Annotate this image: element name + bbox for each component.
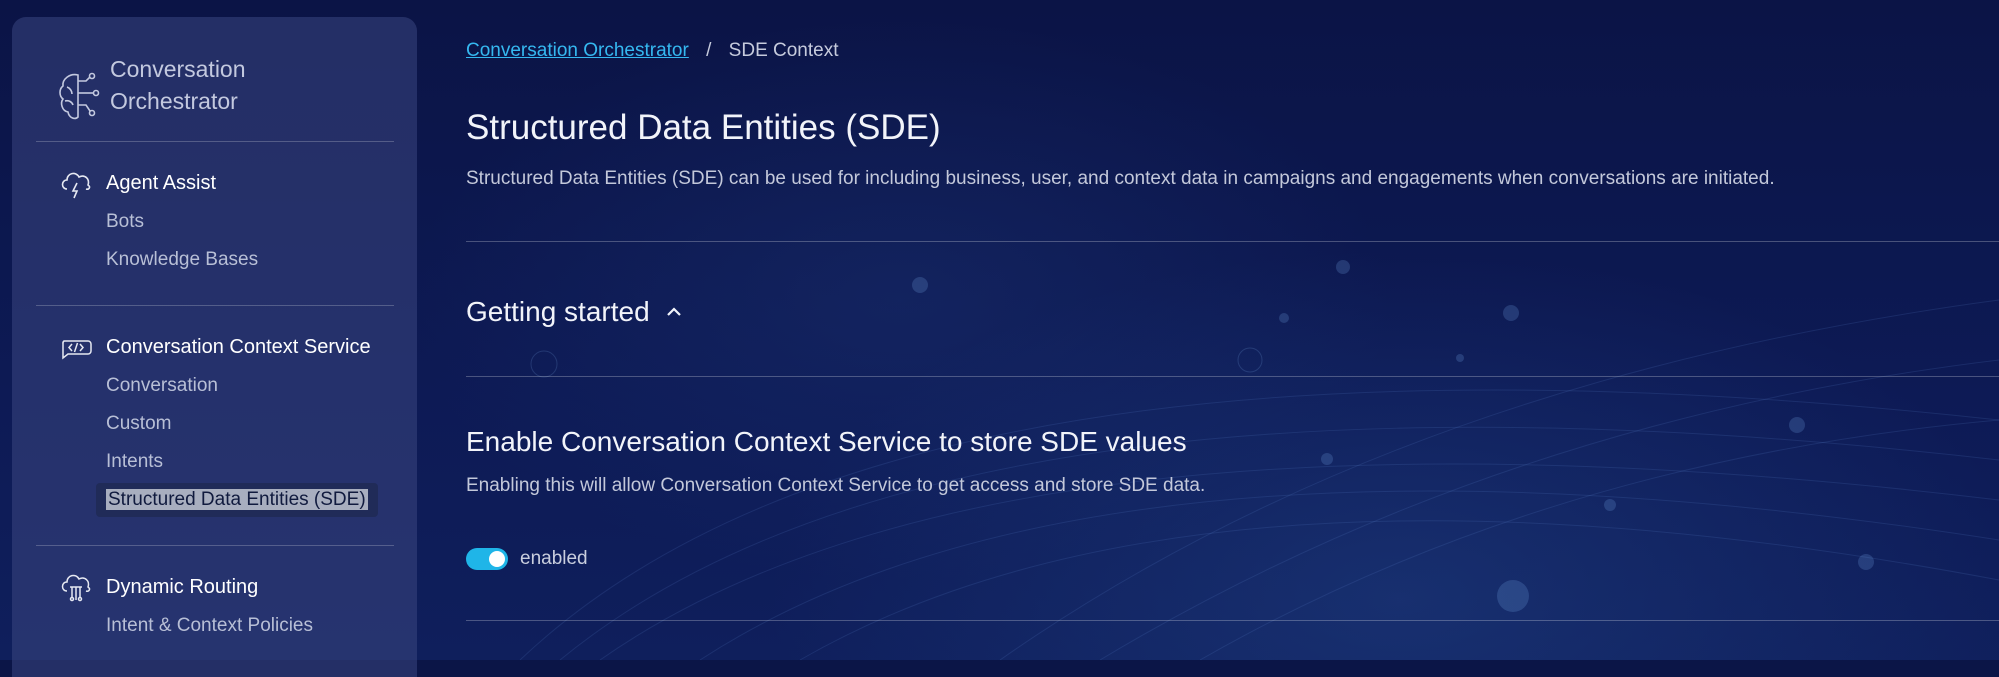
sde-enable-toggle[interactable] <box>466 548 508 570</box>
page-title: Structured Data Entities (SDE) <box>466 108 941 147</box>
sidebar-group-dynamic-routing: Dynamic Routing Intent & Context Policie… <box>58 569 313 645</box>
sidebar-item-agent-assist[interactable]: Agent Assist <box>58 165 258 201</box>
code-bubble-icon <box>58 329 94 365</box>
brand[interactable]: Conversation Orchestrator <box>56 53 246 127</box>
sidebar-item-intents[interactable]: Intents <box>106 443 378 481</box>
sidebar-group-title: Agent Assist <box>106 171 217 194</box>
sidebar-divider <box>36 305 394 306</box>
sde-toggle-row: enabled <box>466 548 588 570</box>
sidebar-item-custom[interactable]: Custom <box>106 405 378 443</box>
section-divider <box>466 241 1999 242</box>
sde-section-title: Enable Conversation Context Service to s… <box>466 426 1187 457</box>
sidebar-item-sde-active[interactable]: Structured Data Entities (SDE) <box>96 483 378 517</box>
sde-section-description: Enabling this will allow Conversation Co… <box>466 475 1206 496</box>
brain-circuit-icon <box>59 72 100 120</box>
getting-started-label: Getting started <box>466 296 650 327</box>
breadcrumb-link-root[interactable]: Conversation Orchestrator <box>466 40 689 61</box>
sidebar-item-conversation-context-service[interactable]: Conversation Context Service <box>58 329 378 365</box>
sidebar-group-title: Dynamic Routing <box>106 575 259 598</box>
section-divider <box>466 376 1999 377</box>
cloud-routing-icon <box>58 569 94 605</box>
sidebar-item-intent-context-policies[interactable]: Intent & Context Policies <box>106 607 313 645</box>
cloud-lightning-icon <box>58 165 94 201</box>
sidebar-item-dynamic-routing[interactable]: Dynamic Routing <box>58 569 313 605</box>
sidebar: Conversation Orchestrator Agent Assist B… <box>12 17 417 677</box>
sidebar-item-knowledge-bases[interactable]: Knowledge Bases <box>106 241 258 279</box>
sidebar-item-bots[interactable]: Bots <box>106 203 258 241</box>
sidebar-item-label: Structured Data Entities (SDE) <box>106 489 368 510</box>
toggle-state-label: enabled <box>520 548 588 569</box>
sidebar-group-agent-assist: Agent Assist Bots Knowledge Bases <box>58 165 258 279</box>
breadcrumb-separator: / <box>706 40 712 61</box>
sidebar-divider <box>36 141 394 142</box>
brand-name: Conversation Orchestrator <box>110 56 246 114</box>
sidebar-divider <box>36 545 394 546</box>
sidebar-group-context-service: Conversation Context Service Conversatio… <box>58 329 378 517</box>
getting-started-toggle[interactable]: Getting started <box>466 296 684 328</box>
page-description: Structured Data Entities (SDE) can be us… <box>466 168 1775 189</box>
breadcrumb: Conversation Orchestrator / SDE Context <box>466 40 839 62</box>
sidebar-item-conversation[interactable]: Conversation <box>106 367 378 405</box>
sidebar-group-title: Conversation Context Service <box>106 335 371 358</box>
chevron-up-icon <box>666 307 681 316</box>
breadcrumb-current: SDE Context <box>728 40 839 61</box>
section-divider <box>466 620 1999 621</box>
toggle-knob <box>489 551 505 567</box>
